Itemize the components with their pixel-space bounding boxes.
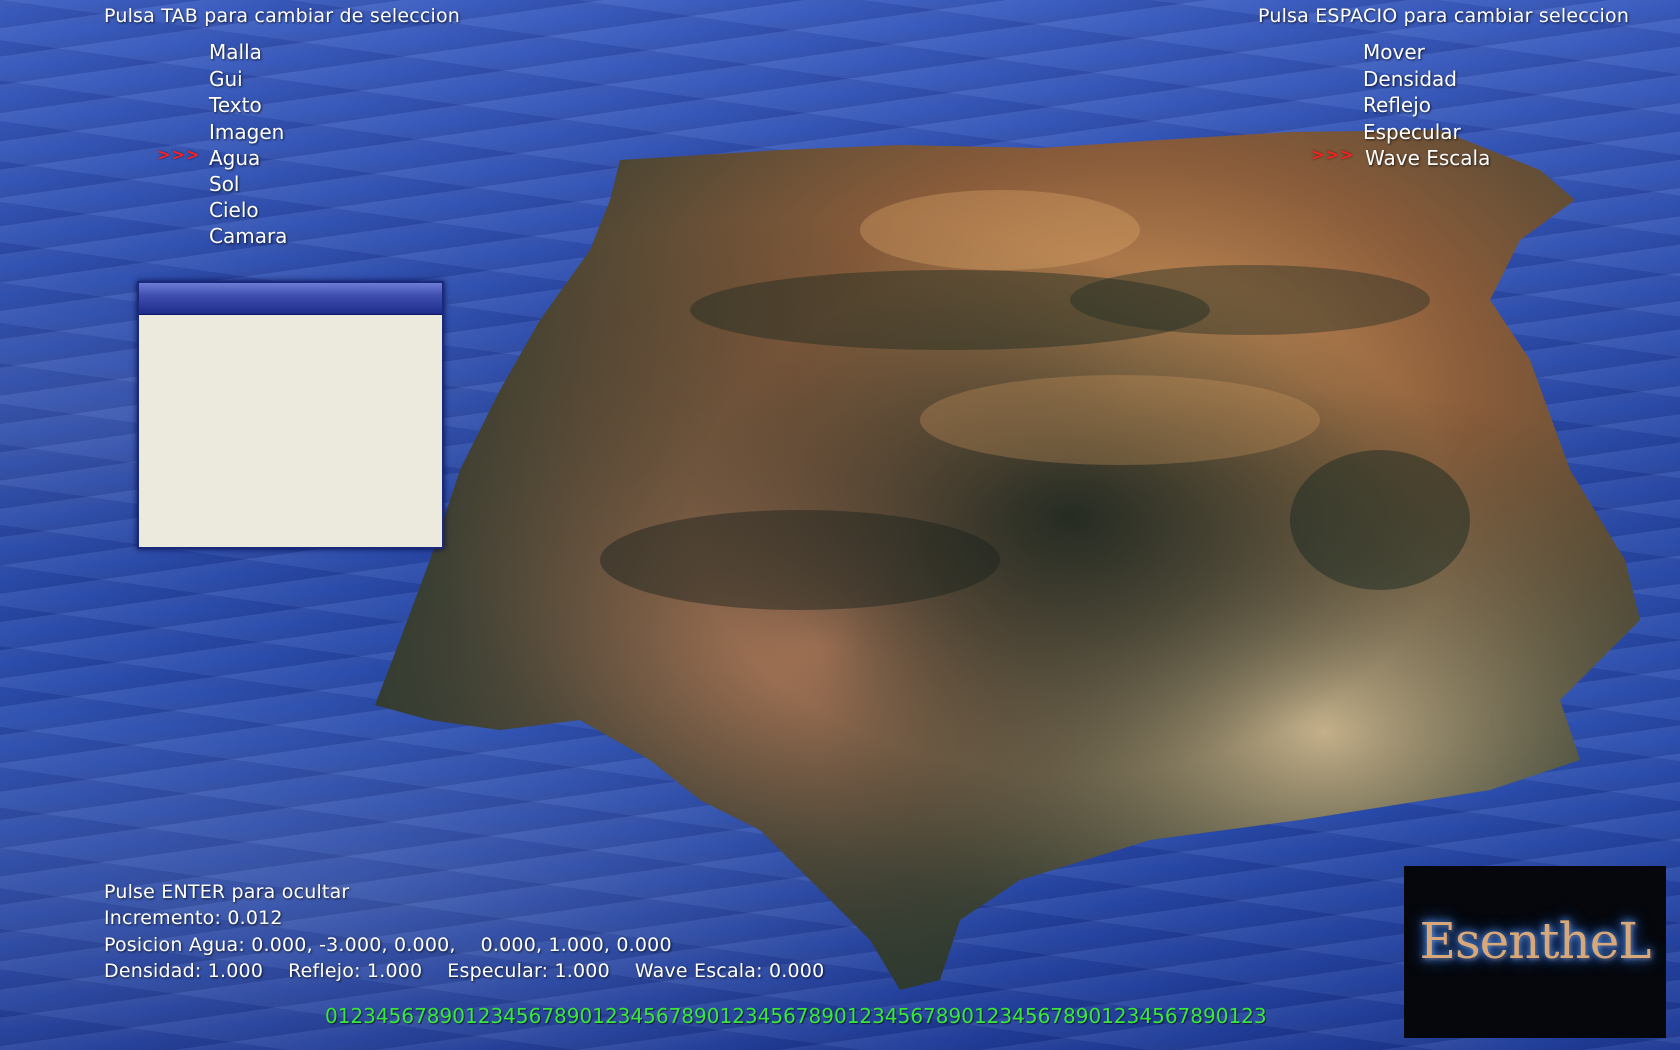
right-menu-item-especular[interactable]: Especular <box>1363 119 1461 145</box>
water-position-readout: Posicion Agua: 0.000, -3.000, 0.000, 0.0… <box>104 934 672 956</box>
gui-window-body <box>139 315 442 546</box>
left-menu-item-texto[interactable]: Texto <box>209 92 262 118</box>
increment-readout: Incremento: 0.012 <box>104 907 283 929</box>
selection-marker-right: >>> <box>1311 145 1355 164</box>
left-menu-item-cielo[interactable]: Cielo <box>209 197 259 223</box>
left-menu-item-malla[interactable]: Malla <box>209 39 262 65</box>
right-menu-item-reflejo[interactable]: Reflejo <box>1363 92 1431 118</box>
left-menu-item-agua[interactable]: Agua <box>209 145 260 171</box>
water-params-readout: Densidad: 1.000 Reflejo: 1.000 Especular… <box>104 960 825 982</box>
left-menu-item-camara[interactable]: Camara <box>209 223 287 249</box>
gui-window-titlebar[interactable] <box>139 283 442 315</box>
right-menu-item-densidad[interactable]: Densidad <box>1363 66 1457 92</box>
selection-marker-left: >>> <box>157 145 201 164</box>
enter-hint: Pulse ENTER para ocultar <box>104 881 350 903</box>
right-menu-item-wave-escala[interactable]: Wave Escala <box>1365 145 1490 171</box>
right-menu-item-mover[interactable]: Mover <box>1363 39 1425 65</box>
esenthel-logo: EsenthеL <box>1404 866 1666 1038</box>
left-menu-item-gui[interactable]: Gui <box>209 66 243 92</box>
logo-wordmark: EsenthеL <box>1419 912 1651 970</box>
left-menu-item-imagen[interactable]: Imagen <box>209 119 284 145</box>
space-hint-header: Pulsa ESPACIO para cambiar seleccion <box>1258 5 1630 27</box>
tab-hint-header: Pulsa TAB para cambiar de seleccion <box>104 5 461 27</box>
digits-test-text: 0123456789012345678901234567890123456789… <box>325 1004 1267 1028</box>
gui-window[interactable] <box>137 281 444 549</box>
left-menu-item-sol[interactable]: Sol <box>209 171 240 197</box>
